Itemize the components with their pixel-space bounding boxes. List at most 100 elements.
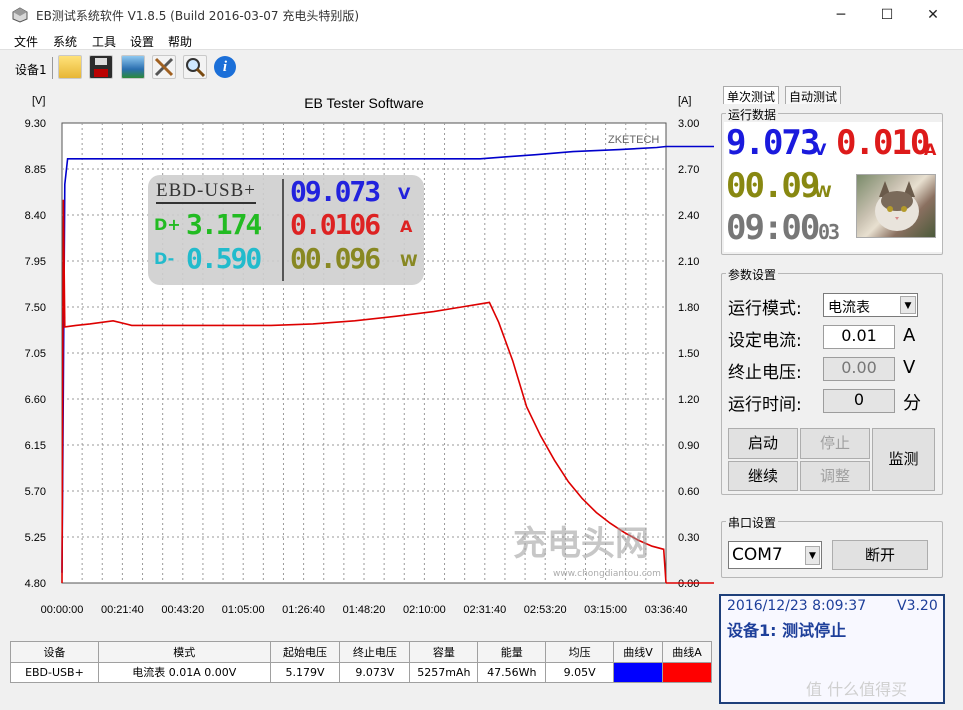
menu-tools[interactable]: 工具 bbox=[92, 33, 116, 50]
menu-system[interactable]: 系统 bbox=[53, 33, 77, 50]
y-right-tick-label: 1.80 bbox=[678, 302, 699, 314]
col-curve-a: 曲线A bbox=[662, 641, 712, 663]
window-title: EB测试系统软件 V1.8.5 (Build 2016-03-07 充电头特别版… bbox=[36, 9, 360, 23]
run-time-value: 09:00 bbox=[726, 208, 820, 248]
chevron-down-icon[interactable]: ▼ bbox=[805, 546, 820, 565]
x-tick-label: 00:43:20 bbox=[161, 604, 204, 616]
disconnect-button[interactable]: 断开 bbox=[832, 540, 928, 570]
menu-file[interactable]: 文件 bbox=[14, 33, 38, 50]
x-tick-label: 01:48:20 bbox=[343, 604, 386, 616]
status-version: V3.20 bbox=[897, 598, 938, 614]
overlay-power-unit: W bbox=[400, 251, 418, 270]
y-left-tick-label: 6.15 bbox=[25, 440, 46, 452]
cell-start-voltage: 5.179V bbox=[269, 661, 341, 683]
run-power-unit: W bbox=[814, 182, 832, 201]
table-row[interactable]: EBD-USB+ 电流表 0.01A 0.00V 5.179V 9.073V 5… bbox=[10, 661, 712, 683]
run-voltage-value: 9.073 bbox=[726, 123, 820, 163]
cell-energy: 47.56Wh bbox=[477, 661, 547, 683]
search-icon[interactable] bbox=[183, 55, 207, 79]
title-bar: EB测试系统软件 V1.8.5 (Build 2016-03-07 充电头特别版… bbox=[0, 0, 963, 30]
run-current-value: 0.010 bbox=[836, 123, 930, 163]
monitor-button[interactable]: 监测 bbox=[872, 428, 935, 491]
app-icon bbox=[12, 7, 28, 23]
x-tick-label: 01:26:40 bbox=[282, 604, 325, 616]
chart: EB Tester Software [V] [A] ZKETECH 9.30 8… bbox=[8, 87, 715, 635]
y-left-tick-label: 7.05 bbox=[25, 348, 46, 360]
x-tick-label: 02:10:00 bbox=[403, 604, 446, 616]
com-port-select[interactable]: COM7 ▼ bbox=[728, 541, 822, 569]
overlay-power-value: 00.096 bbox=[290, 242, 381, 275]
y-right-tick-label: 0.90 bbox=[678, 440, 699, 452]
start-button[interactable]: 启动 bbox=[728, 428, 798, 459]
adjust-button[interactable]: 调整 bbox=[800, 461, 870, 491]
y-left-tick-label: 7.95 bbox=[25, 256, 46, 268]
continue-button[interactable]: 继续 bbox=[728, 461, 798, 491]
stop-voltage-unit: V bbox=[903, 357, 916, 378]
mode-select-value: 电流表 bbox=[828, 300, 870, 316]
run-time-unit: 分 bbox=[903, 393, 921, 414]
run-time-label: 运行时间: bbox=[728, 395, 802, 415]
tab-auto-test[interactable]: 自动测试 bbox=[785, 86, 842, 104]
tab-single-test[interactable]: 单次测试 bbox=[723, 86, 780, 104]
minimize-button[interactable]: ─ bbox=[818, 0, 864, 30]
status-datetime: 2016/12/23 8:09:37 bbox=[727, 598, 867, 614]
maximize-button[interactable]: ☐ bbox=[864, 0, 910, 30]
set-current-input[interactable]: 0.01 bbox=[823, 325, 895, 349]
menu-settings[interactable]: 设置 bbox=[130, 33, 154, 50]
params-label: 参数设置 bbox=[726, 266, 779, 283]
open-folder-icon[interactable] bbox=[58, 55, 82, 79]
col-end-voltage: 终止电压 bbox=[339, 641, 411, 663]
x-tick-label: 00:00:00 bbox=[41, 604, 84, 616]
chevron-down-icon[interactable]: ▼ bbox=[900, 296, 916, 314]
cat-photo bbox=[856, 174, 936, 238]
info-icon[interactable]: i bbox=[214, 56, 236, 78]
run-time-input[interactable]: 0 bbox=[823, 389, 895, 413]
x-tick-label: 00:21:40 bbox=[101, 604, 144, 616]
chart-title: EB Tester Software bbox=[304, 95, 424, 111]
overlay-divider bbox=[282, 179, 284, 281]
summary-table: 设备 模式 起始电压 终止电压 容量 能量 均压 曲线V 曲线A EBD-USB… bbox=[10, 641, 712, 683]
picture-icon[interactable] bbox=[121, 55, 145, 79]
overlay-voltage-value: 09.073 bbox=[290, 175, 381, 208]
run-current-unit: A bbox=[924, 140, 937, 159]
col-mode: 模式 bbox=[97, 641, 271, 663]
cell-device: EBD-USB+ bbox=[10, 661, 99, 683]
curve-v-color-swatch[interactable] bbox=[613, 661, 663, 683]
y-right-tick-label: 1.50 bbox=[678, 348, 699, 360]
close-button[interactable]: ✕ bbox=[910, 0, 956, 30]
y-left-tick-label: 7.50 bbox=[25, 302, 46, 314]
mode-select[interactable]: 电流表 ▼ bbox=[823, 293, 918, 317]
device-readout-overlay: EBD-USB+ D+ 3.174 D- 0.590 09.073 V 0.01… bbox=[148, 175, 424, 285]
chart-logo-url: www.chongdiantou.com bbox=[553, 569, 661, 579]
tools-icon[interactable] bbox=[152, 55, 176, 79]
stop-voltage-label: 终止电压: bbox=[728, 363, 802, 383]
y-left-unit: [V] bbox=[32, 95, 45, 107]
menu-bar: 文件 系统 工具 设置 帮助 bbox=[0, 30, 963, 50]
chart-logo-watermark: 充电头网 bbox=[513, 524, 649, 564]
overlay-device-label: EBD-USB+ bbox=[156, 180, 257, 204]
y-left-tick-label: 8.40 bbox=[25, 210, 46, 222]
lcd-panel: 9.073 V 0.010 A 00.09 W 09:00 03 bbox=[724, 122, 942, 252]
zketech-watermark: ZKETECH bbox=[608, 134, 659, 146]
overlay-dplus-label: D+ bbox=[154, 215, 181, 234]
stop-voltage-input[interactable]: 0.00 bbox=[823, 357, 895, 381]
y-left-tick-label: 5.25 bbox=[25, 532, 46, 544]
cell-end-voltage: 9.073V bbox=[339, 661, 411, 683]
curve-a-color-swatch[interactable] bbox=[662, 661, 712, 683]
overlay-voltage-unit: V bbox=[398, 184, 411, 203]
x-tick-label: 02:31:40 bbox=[463, 604, 506, 616]
set-current-unit: A bbox=[903, 325, 916, 346]
device-selector[interactable]: 设备1 bbox=[15, 61, 47, 78]
y-right-unit: [A] bbox=[678, 95, 691, 107]
y-left-tick-label: 5.70 bbox=[25, 486, 46, 498]
x-tick-label: 03:36:40 bbox=[645, 604, 688, 616]
col-energy: 能量 bbox=[477, 641, 547, 663]
com-port-value: COM7 bbox=[732, 545, 783, 565]
cell-capacity: 5257mAh bbox=[409, 661, 479, 683]
col-curve-v: 曲线V bbox=[613, 641, 663, 663]
save-icon[interactable] bbox=[89, 55, 113, 79]
overlay-dminus-value: 0.590 bbox=[186, 242, 262, 275]
menu-help[interactable]: 帮助 bbox=[168, 33, 192, 50]
y-left-tick-label: 9.30 bbox=[25, 118, 46, 130]
stop-button[interactable]: 停止 bbox=[800, 428, 870, 459]
